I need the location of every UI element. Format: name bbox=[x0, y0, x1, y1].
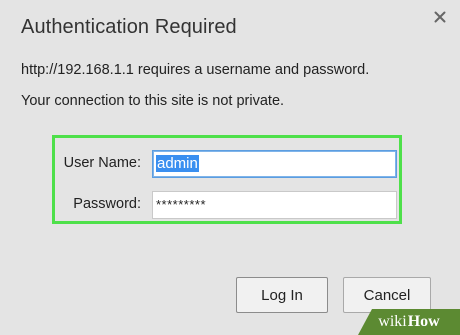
watermark-how: How bbox=[407, 313, 440, 330]
close-icon[interactable] bbox=[432, 9, 448, 25]
watermark-wiki: wiki bbox=[378, 313, 407, 330]
dialog-message-privacy: Your connection to this site is not priv… bbox=[21, 93, 285, 109]
password-value: ********* bbox=[156, 197, 207, 212]
wikihow-watermark: wiki How bbox=[358, 309, 460, 335]
password-label: Password: bbox=[73, 196, 141, 212]
credentials-highlight-box: User Name: admin Password: ********* bbox=[52, 135, 402, 224]
password-row: Password: ********* bbox=[55, 191, 399, 219]
login-button[interactable]: Log In bbox=[236, 277, 328, 313]
cancel-button[interactable]: Cancel bbox=[343, 277, 431, 313]
username-value: admin bbox=[156, 155, 199, 172]
username-input[interactable]: admin bbox=[152, 150, 397, 178]
dialog-title: Authentication Required bbox=[21, 16, 237, 38]
dialog-message-url: http://192.168.1.1 requires a username a… bbox=[21, 62, 370, 78]
username-label: User Name: bbox=[63, 155, 141, 171]
auth-dialog: Authentication Required http://192.168.1… bbox=[0, 0, 460, 335]
username-row: User Name: admin bbox=[55, 150, 399, 178]
password-input[interactable]: ********* bbox=[152, 191, 397, 219]
